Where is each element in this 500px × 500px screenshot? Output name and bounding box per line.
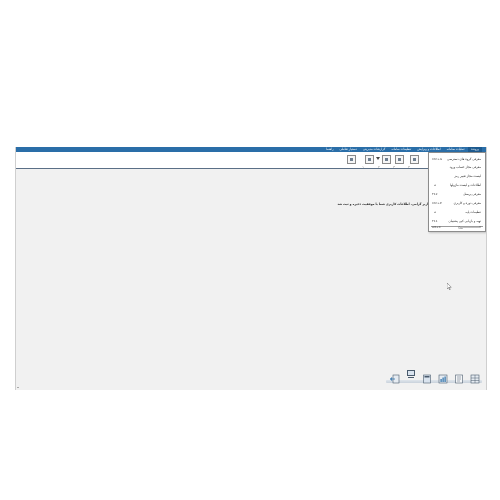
dock-calculator-icon[interactable] (422, 369, 432, 384)
toolbar-label: ۳ (393, 165, 395, 169)
toolbar-label: ۱ (362, 165, 364, 169)
menu-item-password-list[interactable]: لیست مجاز تغییر رمز (429, 172, 485, 181)
menu-item-login-account[interactable]: معرفی مجاز حساب ورود (429, 163, 485, 172)
toolbar-button-back-icon[interactable] (347, 155, 356, 164)
menu-item-base-settings[interactable]: تنظیمات پایه ◂ (429, 208, 485, 217)
menu-item-exit[interactable]: خــــــــــــــــــروج Alt+X (429, 223, 485, 232)
menu-item-label: معرفی دوره و کاربری (453, 201, 481, 205)
dock-shelf (386, 380, 482, 383)
menu-item-personnel[interactable]: معرفی پرسنل F12 (429, 190, 485, 199)
toolbar-button-document-icon[interactable] (382, 155, 391, 164)
dock-chart-icon[interactable] (438, 369, 448, 384)
mouse-cursor-icon (447, 283, 452, 290)
shortcut-label: Ctrl+P (432, 201, 442, 205)
submenu-arrow-icon: ◂ (434, 210, 436, 214)
dock-notes-icon[interactable] (454, 369, 464, 384)
status-message: کاربر گرامی، اطلاعات کاربری شما با موفقی… (337, 202, 430, 206)
toolbar-button-image-icon[interactable] (365, 155, 374, 164)
toolbar-label: ۴ (408, 165, 410, 169)
file-menu-dropdown: معرفی گروه های دسترسی Ctrl+G معرفی مجاز … (428, 152, 486, 232)
dock-table-icon[interactable] (470, 369, 480, 384)
chevron-down-icon[interactable] (376, 157, 380, 160)
menu-item-label: خــــــــــــــــــروج (458, 225, 481, 229)
shortcut-label: Alt+X (432, 225, 441, 229)
menu-item-modules[interactable]: اطلاعات و لیست ماژولها ◂ (429, 181, 485, 190)
bottom-dock (386, 366, 482, 384)
toolbar-button-page-icon[interactable] (395, 155, 404, 164)
menu-item-label: معرفی پرسنل (463, 192, 481, 196)
toolbar: ۱ ۲ ۳ ۴ (16, 152, 486, 169)
menu-item-label: اطلاعات و لیست ماژولها (450, 183, 481, 187)
menu-item-label: تنظیمات پایه (465, 210, 481, 214)
toolbar-button-print-icon[interactable] (410, 155, 419, 164)
menu-item-label: لیست مجاز تغییر رمز (454, 174, 481, 178)
status-indicator (17, 387, 19, 388)
submenu-arrow-icon: ◂ (434, 183, 436, 187)
menu-item-period-user[interactable]: معرفی دوره و کاربری Ctrl+P (429, 199, 485, 208)
dock-exit-icon[interactable] (389, 369, 400, 384)
dock-monitor-icon[interactable] (406, 369, 416, 379)
toolbar-label: ۲ (378, 165, 380, 169)
shortcut-label: F12 (432, 192, 438, 196)
application-window: پرونده عملیات سامانه اطلاعات و ویرایش تن… (15, 147, 487, 390)
menu-item-label: معرفی مجاز حساب ورود (449, 165, 481, 169)
